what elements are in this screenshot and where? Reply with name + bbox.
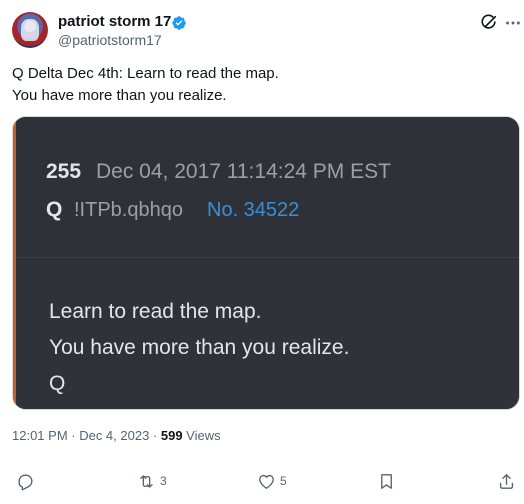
action-bar: 3 5 (0, 470, 524, 494)
reply-icon (18, 473, 33, 490)
post-author-name: Q (46, 198, 63, 221)
share-icon (499, 473, 514, 489)
tweet-text-line: Q Delta Dec 4th: Learn to read the map. (12, 65, 279, 82)
like-count: 5 (280, 474, 287, 488)
post-number: 255 (46, 160, 82, 183)
retweet-button[interactable]: 3 (137, 470, 167, 492)
retweet-icon (140, 474, 153, 488)
tweet-metadata: 12:01 PM · Dec 4, 2023 · 599 Views (12, 428, 221, 443)
display-name[interactable]: patriot storm 17 (58, 13, 171, 30)
post-tripcode: !ITPb.qbhqo (74, 199, 183, 221)
bookmark-button[interactable] (377, 470, 396, 492)
tweet-image[interactable]: 255 Dec 04, 2017 11:14:24 PM EST Q !ITPb… (12, 116, 520, 410)
reply-button[interactable] (16, 470, 39, 492)
post-id-link: No. 34522 (207, 199, 300, 221)
post-date: Dec 04, 2017 11:14:24 PM EST (96, 160, 391, 183)
post-accent-bar (13, 117, 16, 409)
post-body: Learn to read the map. You have more tha… (49, 294, 349, 402)
user-handle[interactable]: @patriotstorm17 (58, 32, 162, 48)
avatar[interactable] (12, 12, 48, 48)
tweet-header: patriot storm 17 @patriotstorm17 (12, 12, 520, 52)
like-button[interactable]: 5 (257, 470, 287, 492)
verified-badge-icon[interactable] (171, 15, 187, 31)
retweet-count: 3 (160, 474, 167, 488)
views-label: Views (182, 428, 221, 443)
tweet-timestamp[interactable]: 12:01 PM · Dec 4, 2023 · (12, 428, 161, 443)
post-body-line: You have more than you realize. (49, 336, 350, 359)
share-button[interactable] (497, 470, 516, 492)
post-header-panel (13, 117, 519, 257)
more-icon[interactable] (504, 14, 522, 32)
tweet-text-line: You have more than you realize. (12, 87, 227, 104)
post-body-line: Learn to read the map. (49, 300, 262, 323)
heart-icon (259, 474, 274, 489)
tweet-text: Q Delta Dec 4th: Learn to read the map. … (12, 63, 512, 107)
bookmark-icon (381, 473, 392, 489)
views-count: 599 (160, 428, 183, 443)
post-body-line: Q (49, 372, 66, 395)
grok-icon[interactable] (480, 14, 498, 32)
